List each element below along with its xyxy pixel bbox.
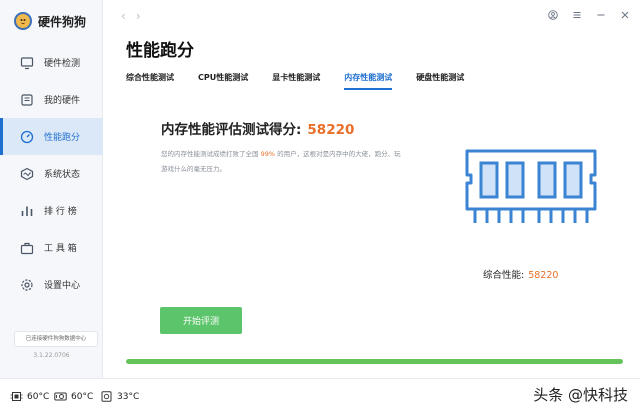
box-icon (20, 93, 34, 107)
desc-text-before: 您的内存性能测试成绩打败了全国 (161, 150, 259, 158)
toolbox-icon (20, 241, 34, 255)
score-description: 您的内存性能测试成绩打败了全国 99% 的用户，这根对是内存中的大佬，跑分、玩游… (161, 147, 401, 177)
sidebar-item-label: 工 具 箱 (44, 244, 77, 254)
start-test-button[interactable]: 开始评测 (160, 307, 242, 334)
brand: 硬件狗狗 (14, 10, 86, 32)
system-status-icon (20, 167, 34, 181)
sidebar-item-label: 排 行 榜 (44, 207, 77, 217)
database-status: 已连接硬件狗狗数据中心 (14, 331, 98, 347)
sidebar-item-settings[interactable]: 设置中心 (0, 266, 103, 303)
sidebar-item-label: 系统状态 (44, 170, 81, 180)
disk-icon (101, 391, 112, 402)
score-value: 58220 (307, 122, 355, 138)
chevron-right-icon[interactable]: › (136, 9, 141, 23)
cpu-temperature: 60°C (10, 391, 49, 402)
app-name: 硬件狗狗 (38, 14, 87, 29)
sidebar-item-label: 硬件检测 (44, 59, 81, 69)
gpu-icon (54, 392, 67, 401)
sidebar-item-label: 设置中心 (44, 281, 81, 291)
disk-temp-value: 33°C (117, 391, 140, 402)
gpu-temp-value: 60°C (71, 391, 94, 402)
sidebar-item-label: 性能跑分 (44, 133, 81, 143)
disk-temperature: 33°C (100, 391, 139, 402)
sidebar-item-benchmark[interactable]: 性能跑分 (0, 118, 103, 155)
desc-percent: 99% (260, 150, 276, 158)
menu-icon[interactable] (572, 10, 582, 20)
chevron-left-icon[interactable]: ‹ (121, 9, 126, 23)
test-progress-fill (126, 359, 623, 364)
benchmark-tabs: 综合性能测试 CPU性能测试 显卡性能测试 内存性能测试 硬盘性能测试 (126, 72, 488, 90)
ranking-icon (20, 204, 34, 218)
cpu-temp-value: 60°C (27, 391, 50, 402)
cpu-icon (10, 392, 23, 401)
title-bar: ‹ › (103, 0, 640, 32)
sidebar-item-toolbox[interactable]: 工 具 箱 (0, 229, 103, 266)
watermark: 头条 @快科技 (533, 386, 628, 404)
sidebar-item-label: 我的硬件 (44, 96, 81, 106)
combined-performance: 综合性能: 58220 (483, 267, 558, 281)
test-progress-bar (126, 359, 623, 364)
user-icon[interactable] (548, 10, 558, 20)
gear-icon (20, 278, 34, 292)
score-label: 内存性能评估测试得分: (161, 122, 302, 138)
monitor-icon (20, 56, 34, 70)
page-title: 性能跑分 (126, 41, 194, 61)
minimize-icon[interactable] (596, 10, 606, 20)
sidebar-item-ranking[interactable]: 排 行 榜 (0, 192, 103, 229)
tab-overall-test[interactable]: 综合性能测试 (126, 72, 174, 90)
close-icon[interactable] (620, 10, 630, 20)
sidebar: 硬件狗狗 硬件检测 我的硬件 性能跑分 系统状态 排 行 榜 工 具 箱 设置中… (0, 0, 103, 378)
tab-memory-test[interactable]: 内存性能测试 (344, 72, 393, 90)
tab-cpu-test[interactable]: CPU性能测试 (198, 72, 248, 90)
tab-disk-test[interactable]: 硬盘性能测试 (416, 72, 464, 90)
sidebar-item-hardware-detect[interactable]: 硬件检测 (0, 44, 103, 81)
main-panel: ‹ › 性能跑分 综合性能测试 CPU性能测试 显卡性能测试 内存性能测试 硬盘… (103, 0, 640, 378)
version-label: 3.1.22.0706 (33, 352, 70, 359)
status-bar: 60°C 60°C 33°C 头条 @快科技 (0, 378, 640, 413)
dog-logo-icon (14, 12, 32, 30)
gpu-temperature: 60°C (54, 391, 93, 402)
combined-label: 综合性能: (483, 270, 525, 281)
history-nav: ‹ › (121, 9, 141, 23)
app-window: 硬件狗狗 硬件检测 我的硬件 性能跑分 系统状态 排 行 榜 工 具 箱 设置中… (0, 0, 640, 413)
speedometer-icon (20, 130, 34, 144)
sidebar-nav: 硬件检测 我的硬件 性能跑分 系统状态 排 行 榜 工 具 箱 设置中心 (0, 44, 103, 303)
sidebar-item-system-status[interactable]: 系统状态 (0, 155, 103, 192)
memory-module-icon (465, 149, 597, 223)
sidebar-item-my-hardware[interactable]: 我的硬件 (0, 81, 103, 118)
combined-value: 58220 (528, 270, 559, 281)
tab-gpu-test[interactable]: 显卡性能测试 (272, 72, 320, 90)
memory-score-heading: 内存性能评估测试得分: 58220 (161, 118, 354, 138)
window-controls (548, 10, 630, 20)
